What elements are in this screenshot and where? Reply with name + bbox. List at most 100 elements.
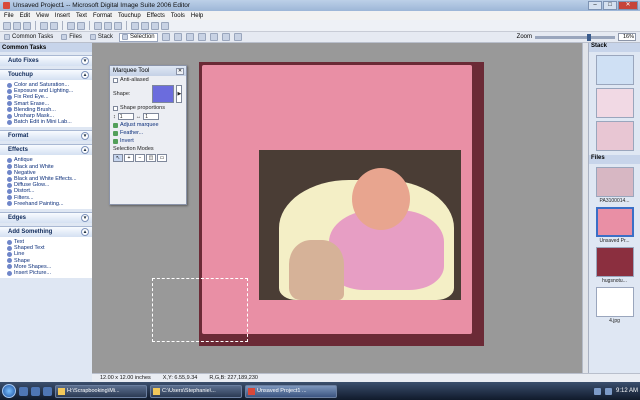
chevron-up-icon[interactable]: ▴ <box>81 71 89 79</box>
section-title: Format <box>8 133 29 140</box>
rgb-readout: R,G,B: 227,189,230 <box>209 375 258 381</box>
file-thumb-selected[interactable] <box>595 207 634 237</box>
tab-files[interactable]: Files <box>59 33 84 42</box>
redo-icon[interactable] <box>77 21 85 30</box>
anti-aliased-checkbox[interactable] <box>113 77 118 83</box>
volume-icon[interactable] <box>604 387 612 395</box>
width-input[interactable]: 1 <box>143 113 160 120</box>
stack-layer-thumb[interactable] <box>595 88 634 118</box>
file-thumb[interactable] <box>595 247 634 277</box>
chevron-down-icon[interactable]: ▾ <box>81 214 89 223</box>
edge-finder-icon[interactable] <box>209 33 218 41</box>
menu-effects[interactable]: Effects <box>147 13 165 19</box>
ie-icon[interactable] <box>31 386 40 396</box>
paint-brush-icon[interactable] <box>221 33 230 41</box>
eyedropper-icon[interactable] <box>233 33 242 41</box>
taskbar-button-active[interactable]: Unsaved Project1 ... <box>245 384 337 398</box>
file-thumb[interactable] <box>595 167 634 197</box>
chevron-right-icon[interactable]: ▶ <box>176 85 183 103</box>
shape-selector[interactable] <box>152 85 175 103</box>
menu-help[interactable]: Help <box>191 13 203 19</box>
menu-edit[interactable]: Edit <box>20 13 30 19</box>
height-input[interactable]: 1 <box>117 113 134 120</box>
chevron-down-icon[interactable]: ▾ <box>81 57 89 65</box>
toolbar-separator <box>126 21 127 30</box>
menu-tools[interactable]: Tools <box>171 13 185 19</box>
crop-icon[interactable] <box>151 21 159 30</box>
menu-touchup[interactable]: Touchup <box>118 13 141 19</box>
adjust-marquee-button[interactable]: Adjust marquee <box>110 121 186 129</box>
print-icon[interactable] <box>40 21 48 30</box>
common-tasks-title: Common Tasks <box>2 44 47 51</box>
minimize-button[interactable]: – <box>588 1 602 10</box>
baby-photo[interactable] <box>259 150 461 300</box>
magic-wand-icon[interactable] <box>197 33 206 41</box>
flip-icon[interactable] <box>141 21 149 30</box>
undo-icon[interactable] <box>67 21 75 30</box>
marquee-selection[interactable] <box>152 278 248 342</box>
zoom-control: Zoom 16% <box>517 33 636 41</box>
list-item[interactable]: Insert Picture... <box>7 270 92 276</box>
switch-windows-icon[interactable] <box>43 386 52 396</box>
files-icon <box>61 34 68 40</box>
tab-selection[interactable]: Selection <box>118 32 158 42</box>
menu-file[interactable]: File <box>4 13 14 19</box>
line-icon <box>7 251 12 257</box>
subtract-selection-icon[interactable]: − <box>135 154 145 162</box>
resize-icon[interactable] <box>161 21 169 30</box>
zoom-value-input[interactable]: 16% <box>618 33 636 41</box>
feather-button[interactable]: Feather... <box>110 129 186 137</box>
start-button[interactable] <box>2 384 16 398</box>
chevron-up-icon[interactable]: ▴ <box>81 146 89 155</box>
save-icon[interactable] <box>23 21 31 30</box>
close-button[interactable]: ✕ <box>618 1 638 10</box>
marquee-panel-titlebar[interactable]: Marquee Tool ✕ <box>110 66 186 76</box>
shape-proportions-checkbox[interactable] <box>113 105 118 111</box>
show-desktop-icon[interactable] <box>19 386 28 396</box>
menu-bar: File Edit View Insert Text Format Touchu… <box>0 11 640 20</box>
anti-aliased-label: Anti-aliased <box>120 77 149 83</box>
section-touchup[interactable]: Touchup ▴ <box>0 69 92 80</box>
rotate-icon[interactable] <box>131 21 139 30</box>
chevron-up-icon[interactable]: ▴ <box>81 228 89 237</box>
taskbar-button[interactable]: C:\Users\Stephanie\... <box>150 384 242 398</box>
copy-icon[interactable] <box>104 21 112 30</box>
zoom-slider-thumb[interactable] <box>587 33 591 41</box>
paste-icon[interactable] <box>114 21 122 30</box>
new-icon[interactable] <box>3 21 11 30</box>
section-format[interactable]: Format ▾ <box>0 130 92 142</box>
chevron-down-icon[interactable]: ▾ <box>81 132 89 141</box>
menu-format[interactable]: Format <box>93 13 112 19</box>
section-effects[interactable]: Effects ▴ <box>0 144 92 156</box>
cut-icon[interactable] <box>94 21 102 30</box>
intersect-selection-icon[interactable]: ◫ <box>146 154 156 162</box>
add-selection-icon[interactable]: + <box>124 154 134 162</box>
taskbar-button[interactable]: H:\Scrapbooking\Mi... <box>55 384 147 398</box>
network-icon[interactable] <box>593 387 601 395</box>
menu-text[interactable]: Text <box>76 13 87 19</box>
new-selection-icon[interactable]: ↖ <box>113 154 123 162</box>
menu-view[interactable]: View <box>36 13 49 19</box>
menu-insert[interactable]: Insert <box>55 13 70 19</box>
close-icon[interactable]: ✕ <box>176 67 184 75</box>
clock[interactable]: 9:12 AM <box>616 388 638 394</box>
open-icon[interactable] <box>13 21 21 30</box>
tab-stack[interactable]: Stack <box>88 33 115 42</box>
section-add-something[interactable]: Add Something ▴ <box>0 226 92 238</box>
marquee-tool-icon[interactable] <box>173 33 182 41</box>
maximize-button[interactable]: □ <box>603 1 617 10</box>
invert-button[interactable]: Invert <box>110 137 186 145</box>
exclude-selection-icon[interactable]: ▭ <box>157 154 167 162</box>
list-item[interactable]: Batch Edit in Mini Lab... <box>7 119 92 125</box>
zoom-slider[interactable] <box>535 33 615 41</box>
stack-layer-thumb[interactable] <box>595 55 634 85</box>
list-item[interactable]: Freehand Painting... <box>7 201 92 207</box>
tab-common-tasks[interactable]: Common Tasks <box>2 33 55 42</box>
pointer-tool-icon[interactable] <box>161 33 170 41</box>
email-icon[interactable] <box>50 21 58 30</box>
section-edges[interactable]: Edges ▾ <box>0 212 92 224</box>
file-thumb[interactable] <box>595 287 634 317</box>
section-auto-fixes[interactable]: Auto Fixes ▾ <box>0 55 92 66</box>
stack-layer-thumb[interactable] <box>595 121 634 151</box>
lasso-tool-icon[interactable] <box>185 33 194 41</box>
